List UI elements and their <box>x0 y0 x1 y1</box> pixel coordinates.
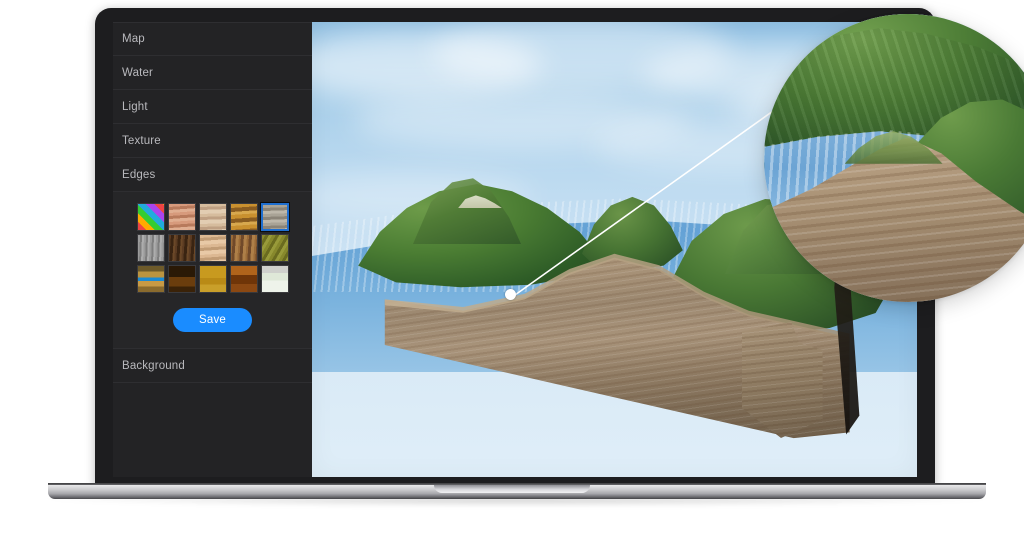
laptop-drop-shadow <box>40 498 994 507</box>
sidebar-empty-space <box>113 383 312 477</box>
texture-swatch-medium-oak[interactable] <box>229 234 258 262</box>
sidebar-item-label: Map <box>122 33 145 45</box>
sidebar-item-texture[interactable]: Texture <box>113 124 312 158</box>
texture-swatch-pale-mint[interactable] <box>260 265 289 293</box>
sidebar-item-edges[interactable]: Edges <box>113 158 312 192</box>
texture-swatch-salmon-sandstone[interactable] <box>167 203 196 231</box>
save-button-row: Save <box>113 293 312 348</box>
zoom-loupe[interactable] <box>764 14 1024 302</box>
texture-swatch-gray-concrete[interactable] <box>136 234 165 262</box>
screenshot-stage: Map Water Light Texture Edges Save Backg… <box>0 0 1024 537</box>
sidebar: Map Water Light Texture Edges Save Backg… <box>113 22 312 477</box>
texture-swatch-dark-walnut[interactable] <box>167 234 196 262</box>
texture-swatch-amber-strata[interactable] <box>229 203 258 231</box>
texture-swatch-grid <box>113 202 312 293</box>
texture-swatch-gray-strata[interactable] <box>259 202 290 232</box>
texture-swatch-dark-brown[interactable] <box>167 265 196 293</box>
texture-swatch-olive-moss[interactable] <box>260 234 289 262</box>
texture-swatch-rainbow-checker[interactable] <box>136 203 165 231</box>
sidebar-item-label: Background <box>122 359 185 372</box>
laptop-base-notch <box>434 485 590 493</box>
sidebar-item-label: Edges <box>122 168 156 181</box>
texture-swatch-tan-blue-band[interactable] <box>136 265 165 293</box>
sidebar-item-map[interactable]: Map <box>113 22 312 56</box>
texture-swatch-panel: Save <box>113 192 312 349</box>
texture-swatch-light-oak[interactable] <box>198 234 227 262</box>
sidebar-item-label: Texture <box>122 134 161 147</box>
save-button[interactable]: Save <box>172 308 252 332</box>
texture-swatch-golden-ochre[interactable] <box>198 265 227 293</box>
texture-swatch-pale-sandstone[interactable] <box>198 203 227 231</box>
sidebar-item-background[interactable]: Background <box>113 349 312 383</box>
sidebar-item-label: Light <box>122 100 148 113</box>
sidebar-item-label: Water <box>122 66 153 79</box>
texture-swatch-rust-brown[interactable] <box>229 265 258 293</box>
magnifier-anchor-dot[interactable] <box>505 289 516 300</box>
sidebar-item-light[interactable]: Light <box>113 90 312 124</box>
sidebar-item-water[interactable]: Water <box>113 56 312 90</box>
